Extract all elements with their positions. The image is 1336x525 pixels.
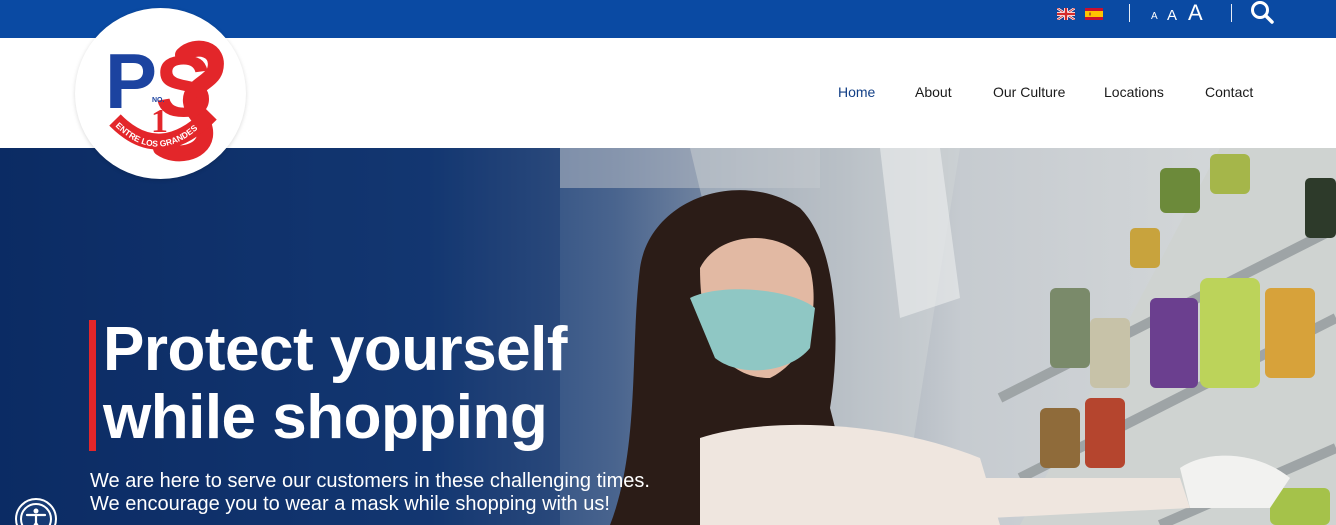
site-logo[interactable]: ENTRE LOS GRANDES P S NO. 1	[75, 8, 246, 179]
title-accent-bar	[89, 320, 96, 451]
hero-subtitle-line1: We are here to serve our customers in th…	[90, 470, 650, 492]
hero-title: Protect yourself while shopping	[103, 316, 703, 452]
search-icon[interactable]	[1249, 0, 1277, 26]
hero-title-line1: Protect yourself	[103, 315, 568, 384]
divider	[1129, 4, 1130, 22]
nav-item-about[interactable]: About	[915, 84, 952, 100]
nav-item-contact[interactable]: Contact	[1205, 84, 1253, 100]
accessibility-icon	[20, 503, 52, 525]
accessibility-button[interactable]	[15, 498, 57, 525]
font-size-medium-button[interactable]: A	[1167, 8, 1177, 23]
uk-flag-icon[interactable]	[1057, 8, 1075, 20]
logo-number: 1	[151, 103, 168, 140]
font-size-large-button[interactable]: A	[1188, 2, 1203, 24]
hero-subtitle: We are here to serve our customers in th…	[90, 470, 790, 516]
nav-item-home[interactable]: Home	[838, 84, 875, 100]
divider	[1231, 4, 1232, 22]
nav-item-locations[interactable]: Locations	[1104, 84, 1164, 100]
logo-mark: ENTRE LOS GRANDES P S NO. 1	[105, 37, 224, 162]
font-size-small-button[interactable]: A	[1151, 12, 1158, 22]
logo-p-letter: P	[105, 37, 157, 125]
hero-banner: Protect yourself while shopping We are h…	[0, 148, 1336, 525]
hero-title-line2: while shopping	[103, 383, 548, 452]
hero-subtitle-line2: We encourage you to wear a mask while sh…	[90, 493, 610, 515]
nav-item-our-culture[interactable]: Our Culture	[993, 84, 1065, 100]
spain-flag-icon[interactable]	[1085, 8, 1103, 20]
